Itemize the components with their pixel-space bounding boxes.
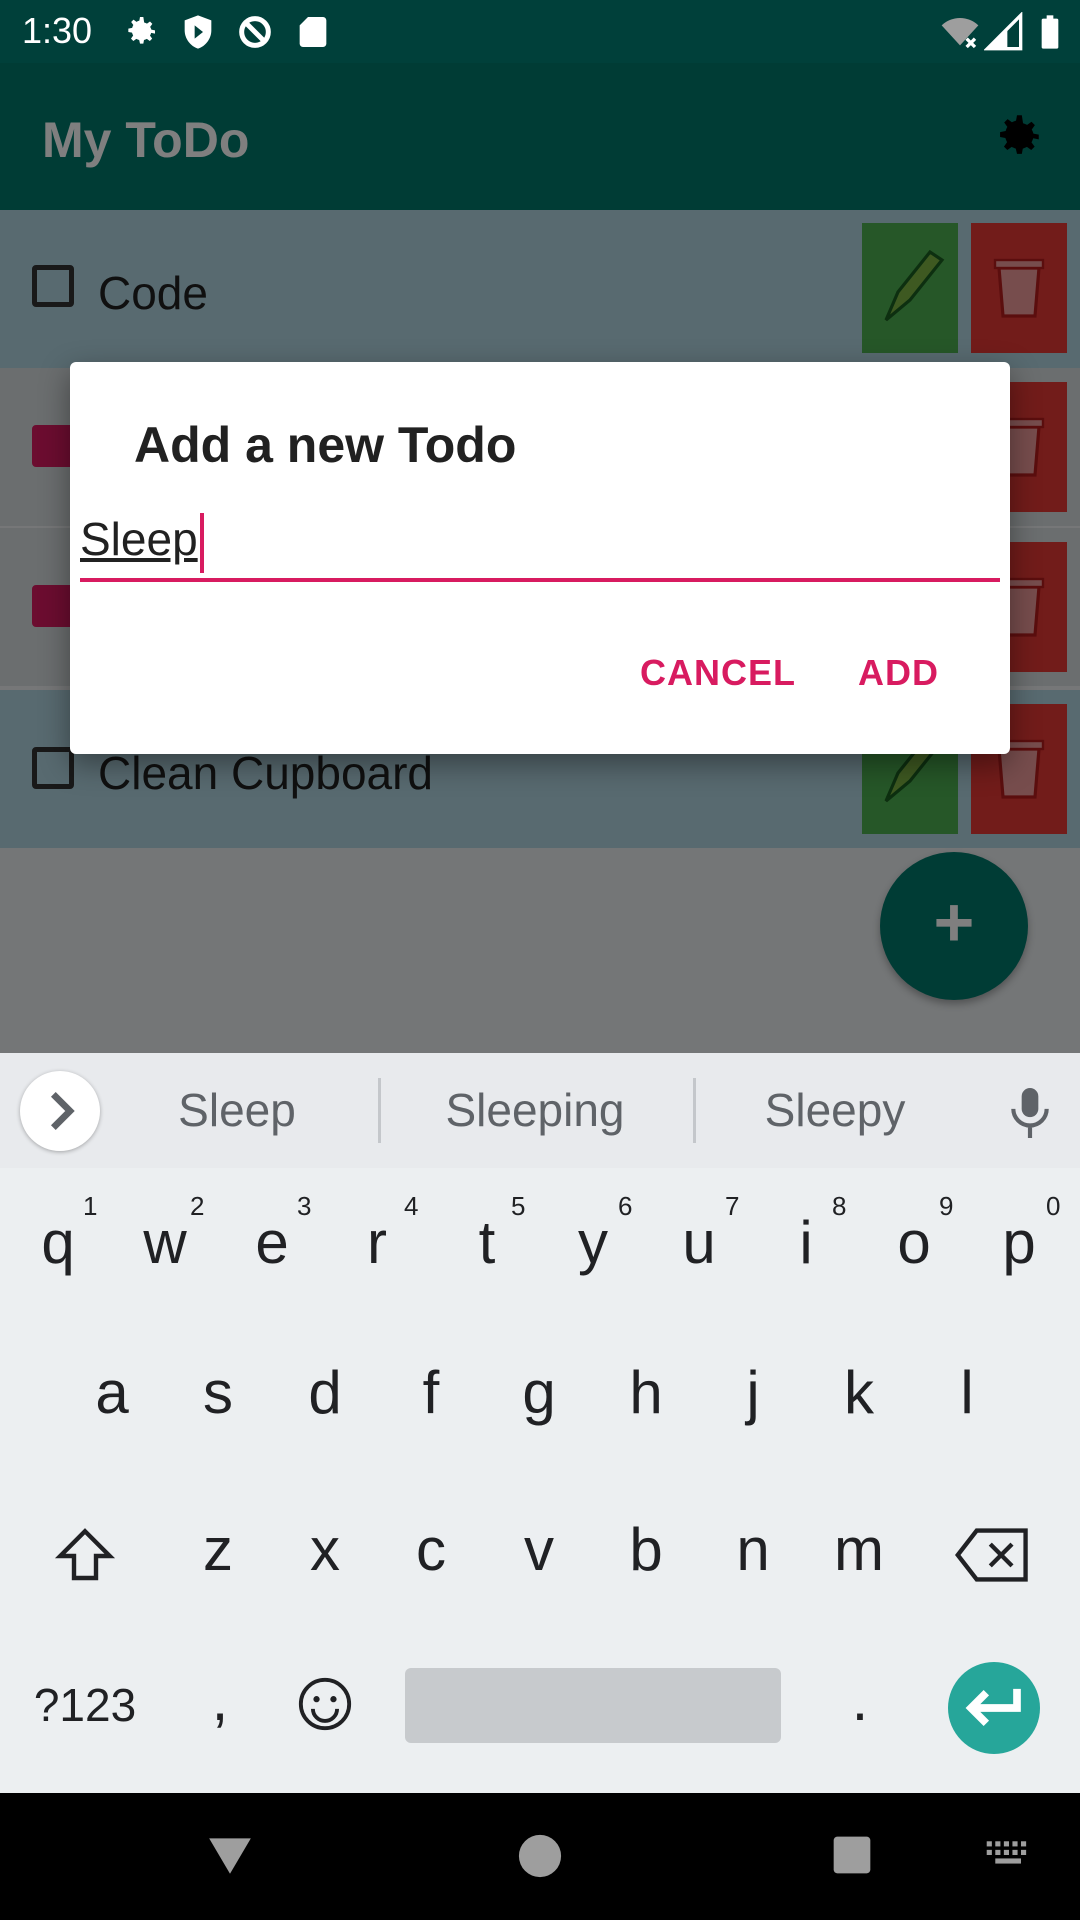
key-x[interactable]: x: [275, 1515, 375, 1584]
suggestion-divider: [378, 1078, 381, 1143]
suggestion-2[interactable]: Sleeping: [400, 1083, 670, 1137]
key-k[interactable]: k: [809, 1358, 909, 1427]
recents-icon[interactable]: [830, 1833, 874, 1877]
key-hint: 5: [511, 1191, 526, 1221]
spacebar[interactable]: [405, 1668, 781, 1743]
wifi-off-icon: [941, 18, 979, 49]
microphone-icon[interactable]: [1005, 1083, 1055, 1143]
comma-key[interactable]: ,: [170, 1665, 270, 1734]
cancel-button[interactable]: CANCEL: [640, 652, 796, 694]
suggestion-strip: Sleep Sleeping Sleepy: [0, 1053, 1080, 1168]
settings-icon: [128, 17, 155, 44]
key-z[interactable]: z: [168, 1515, 268, 1584]
expand-toolbar-button[interactable]: [20, 1071, 100, 1151]
key-g[interactable]: g: [489, 1358, 589, 1427]
key-hint: 4: [404, 1191, 419, 1221]
todo-input-value: Sleep: [80, 513, 198, 565]
key-h[interactable]: h: [596, 1358, 696, 1427]
key-s[interactable]: s: [168, 1358, 268, 1427]
key-c[interactable]: c: [381, 1515, 481, 1584]
key-hint: 1: [83, 1191, 98, 1221]
chevron-right-icon: [50, 1091, 75, 1131]
home-icon[interactable]: [517, 1833, 563, 1879]
key-l[interactable]: l: [917, 1358, 1017, 1427]
suggestion-divider: [693, 1078, 696, 1143]
key-b[interactable]: b: [596, 1515, 696, 1584]
emoji-icon[interactable]: [296, 1675, 354, 1733]
key-hint: 2: [190, 1191, 205, 1221]
data-saver-icon: [239, 16, 271, 48]
key-hint: 7: [725, 1191, 740, 1221]
enter-icon: [965, 1688, 1021, 1727]
battery-icon: [1041, 15, 1059, 49]
key-v[interactable]: v: [489, 1515, 589, 1584]
key-f[interactable]: f: [381, 1358, 481, 1427]
backspace-icon[interactable]: [955, 1525, 1031, 1585]
signal-icon: [984, 12, 1023, 51]
add-todo-dialog: Add a new Todo Sleep CANCEL ADD: [70, 362, 1010, 754]
keyboard-switch-icon[interactable]: [985, 1838, 1033, 1872]
back-icon[interactable]: [205, 1833, 255, 1877]
shift-icon[interactable]: [52, 1523, 118, 1589]
shield-play-icon: [184, 15, 212, 49]
key-a[interactable]: a: [62, 1358, 162, 1427]
key-hint: 8: [832, 1191, 847, 1221]
status-bar: 1:30: [0, 0, 1080, 63]
key-hint: 6: [618, 1191, 633, 1221]
text-caret: [199, 512, 204, 573]
add-button[interactable]: ADD: [858, 652, 939, 694]
suggestion-1[interactable]: Sleep: [102, 1083, 372, 1137]
key-d[interactable]: d: [275, 1358, 375, 1427]
key-j[interactable]: j: [703, 1358, 803, 1427]
suggestion-3[interactable]: Sleepy: [700, 1083, 970, 1137]
key-hint: 0: [1046, 1191, 1061, 1221]
enter-key[interactable]: [948, 1662, 1040, 1754]
dialog-title: Add a new Todo: [134, 417, 517, 473]
key-hint: 9: [939, 1191, 954, 1221]
key-m[interactable]: m: [809, 1515, 909, 1584]
navigation-bar: [0, 1793, 1080, 1920]
key-n[interactable]: n: [703, 1515, 803, 1584]
key-hint: 3: [297, 1191, 312, 1221]
symbols-key[interactable]: ?123: [20, 1678, 150, 1732]
period-key[interactable]: .: [810, 1665, 910, 1734]
status-time: 1:30: [22, 10, 93, 51]
soft-keyboard: Sleep Sleeping Sleepy q w e r t y u i o …: [0, 1053, 1080, 1793]
sd-card-icon: [299, 17, 327, 47]
todo-input[interactable]: Sleep: [80, 502, 1000, 582]
